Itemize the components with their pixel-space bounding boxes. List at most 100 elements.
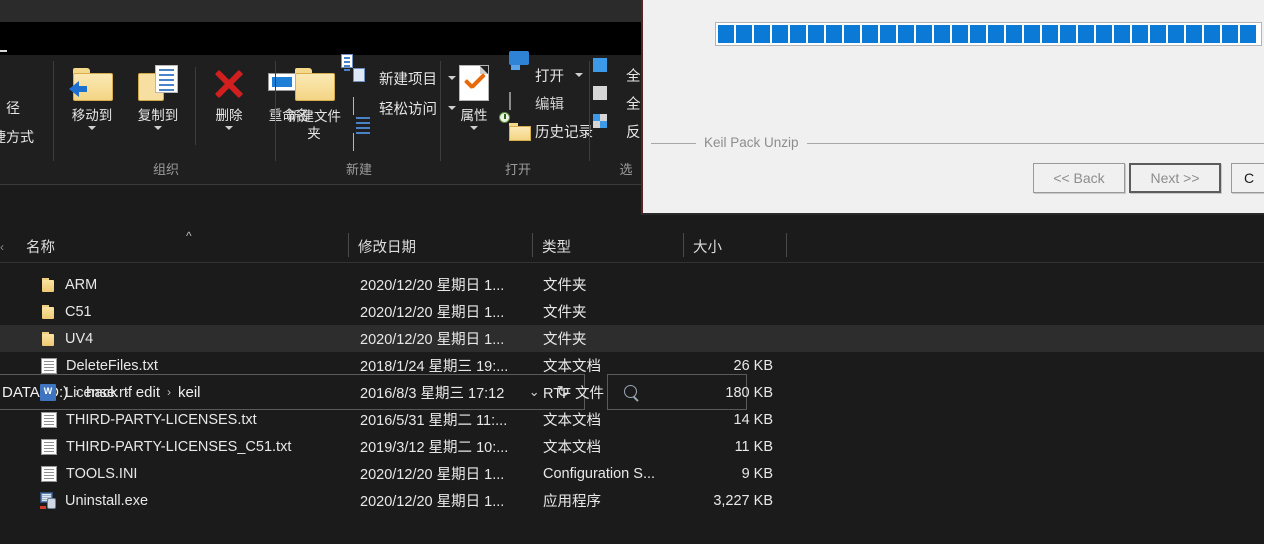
table-row[interactable]: TOOLS.INI 2020/12/20 星期日 1... Configurat… (0, 460, 1264, 487)
progress-segment (826, 25, 842, 43)
progress-segment (1204, 25, 1220, 43)
progress-segment (772, 25, 788, 43)
progress-segment (1060, 25, 1076, 43)
edit-button[interactable]: 编辑 (509, 90, 564, 116)
progress-segment (988, 25, 1004, 43)
table-row[interactable]: UV4 2020/12/20 星期日 1... 文件夹 (0, 325, 1264, 352)
file-date: 2020/12/20 星期日 1... (360, 332, 505, 348)
open-folder-icon (509, 55, 529, 85)
new-item-icon (341, 54, 373, 88)
progress-segment (934, 25, 950, 43)
file-size: 14 KB (733, 411, 774, 428)
history-button[interactable]: 历史记录 (499, 112, 593, 144)
file-type: 文件夹 (543, 332, 587, 348)
copy-to-icon (126, 63, 190, 105)
table-row[interactable]: THIRD-PARTY-LICENSES.txt 2016/5/31 星期二 1… (0, 406, 1264, 433)
file-date: 2016/5/31 星期二 11:... (360, 413, 508, 429)
progress-segment (952, 25, 968, 43)
group-label-select: 选 (619, 162, 633, 177)
progress-segment (790, 25, 806, 43)
file-name: ARM (65, 276, 98, 293)
progress-segment (1222, 25, 1238, 43)
history-icon (499, 112, 529, 141)
file-type: 应用程序 (543, 494, 601, 510)
file-type: 文本文档 (543, 440, 601, 456)
file-type: 文本文档 (543, 359, 601, 375)
screen: 径 捷方式 移动到 复制到 (0, 0, 1264, 544)
table-row[interactable]: THIRD-PARTY-LICENSES_C51.txt 2019/3/12 星… (0, 433, 1264, 460)
table-row[interactable]: DeleteFiles.txt 2018/1/24 星期三 19:... 文本文… (0, 352, 1264, 379)
group-box-label: Keil Pack Unzip (696, 132, 807, 154)
progress-segment (1168, 25, 1184, 43)
file-name: UV4 (65, 330, 94, 347)
file-date: 2020/12/20 星期日 1... (360, 467, 505, 483)
chevron-down-icon[interactable] (575, 73, 583, 77)
rtf-file-icon (40, 384, 56, 401)
back-button[interactable]: << Back (1033, 163, 1125, 193)
column-header-type[interactable]: 类型 (532, 229, 571, 263)
next-button[interactable]: Next >> (1129, 163, 1221, 193)
chevron-down-icon[interactable] (470, 126, 478, 130)
cancel-button[interactable]: C (1231, 163, 1264, 193)
file-date: 2019/3/12 星期二 10:... (360, 440, 509, 456)
ribbon-group-new: 新建文件夹 新建项目 轻松访问 新建 (277, 54, 456, 185)
table-row[interactable]: C51 2020/12/20 星期日 1... 文件夹 (0, 298, 1264, 325)
file-name: DeleteFiles.txt (66, 357, 158, 374)
text-file-icon (41, 411, 57, 428)
keil-pack-unzip-dialog: Keil Pack Unzip << Back Next >> C (641, 0, 1264, 215)
folder-icon (40, 330, 56, 348)
progress-segment (1150, 25, 1166, 43)
new-folder-button[interactable]: 新建文件夹 (283, 63, 345, 142)
progress-bar (715, 22, 1262, 46)
file-name: Uninstall.exe (65, 492, 149, 509)
progress-segment (736, 25, 752, 43)
new-folder-icon (283, 63, 345, 105)
open-button[interactable]: 打开 (509, 55, 583, 88)
properties-button[interactable]: 属性 (445, 63, 503, 130)
progress-segment (1078, 25, 1094, 43)
group-box-keil-pack-unzip: Keil Pack Unzip (651, 132, 1264, 154)
clipped-label-path: 径 (6, 100, 20, 116)
file-date: 2016/8/3 星期三 17:12 (360, 386, 505, 402)
progress-segment (754, 25, 770, 43)
history-label: 历史记录 (535, 124, 593, 141)
edit-label: 编辑 (535, 96, 564, 113)
properties-icon (445, 63, 503, 105)
chevron-down-icon[interactable] (88, 126, 96, 130)
nav-pane-chevron-icon[interactable]: ‹ (0, 240, 4, 254)
progress-segment (1006, 25, 1022, 43)
invert-selection-icon (593, 114, 620, 141)
progress-segment (1240, 25, 1256, 43)
delete-button[interactable]: 删除 (203, 63, 255, 130)
column-header-size[interactable]: 大小 (683, 229, 722, 263)
easy-access-label: 轻松访问 (379, 101, 437, 118)
chevron-down-icon[interactable] (225, 126, 233, 130)
file-name: THIRD-PARTY-LICENSES.txt (66, 411, 257, 428)
move-to-button[interactable]: 移动到 (60, 63, 124, 130)
group-label-open: 打开 (504, 162, 531, 177)
chevron-down-icon[interactable] (154, 126, 162, 130)
clipped-label-shortcut: 捷方式 (0, 129, 34, 145)
easy-access-icon (353, 97, 373, 151)
table-row[interactable]: Uninstall.exe 2020/12/20 星期日 1... 应用程序 3… (0, 487, 1264, 514)
progress-segment (880, 25, 896, 43)
file-name: C51 (65, 303, 92, 320)
move-to-icon (60, 63, 124, 105)
file-size: 26 KB (733, 357, 774, 374)
progress-segment (718, 25, 734, 43)
file-size: 11 KB (734, 438, 773, 455)
column-header-date[interactable]: 修改日期 (348, 229, 416, 263)
file-size: 9 KB (741, 465, 773, 482)
copy-to-button[interactable]: 复制到 (126, 63, 190, 130)
folder-icon (40, 303, 56, 321)
file-list[interactable]: ARM 2020/12/20 星期日 1... 文件夹 C51 2020/12/… (0, 271, 1264, 514)
exe-file-icon (40, 492, 56, 509)
column-header-name[interactable]: 名称 (26, 229, 55, 263)
table-row[interactable]: License.rtf 2016/8/3 星期三 17:12 RTF 文件 18… (0, 379, 1264, 406)
select-none-icon (593, 86, 620, 113)
file-size: 3,227 KB (713, 492, 773, 509)
progress-segment (1042, 25, 1058, 43)
folder-icon (40, 276, 56, 294)
file-name: THIRD-PARTY-LICENSES_C51.txt (66, 438, 292, 455)
table-row[interactable]: ARM 2020/12/20 星期日 1... 文件夹 (0, 271, 1264, 298)
